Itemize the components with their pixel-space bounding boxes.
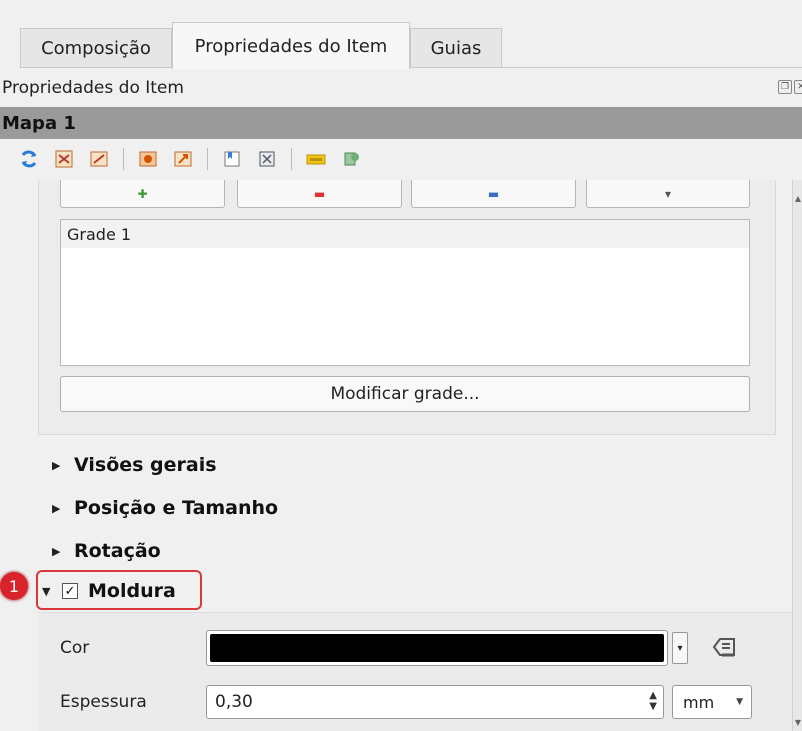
section-label: Rotação	[74, 540, 161, 562]
add-icon: ✚	[137, 186, 148, 201]
panel-title: Propriedades do Item	[2, 78, 184, 98]
vertical-scrollbar[interactable]: ▲ ▼	[792, 180, 802, 731]
close-panel-icon[interactable]: ✕	[794, 80, 802, 94]
color-swatch-fill	[210, 634, 664, 662]
tab-divider	[20, 67, 802, 68]
move-content-icon[interactable]	[53, 148, 75, 170]
frame-color-button[interactable]	[206, 630, 668, 666]
set-extent-icon[interactable]	[88, 148, 110, 170]
section-label: Visões gerais	[74, 454, 217, 476]
tab-label: Composição	[41, 38, 151, 59]
item-toolbar	[0, 141, 802, 177]
refresh-icon[interactable]	[18, 148, 40, 170]
tab-item-properties[interactable]: Propriedades do Item	[172, 22, 410, 69]
section-label: Posição e Tamanho	[74, 497, 279, 519]
modify-grid-button[interactable]: Modificar grade...	[60, 376, 750, 412]
panel-title-buttons: ❐ ✕	[778, 80, 802, 94]
chevron-down-icon: ▼	[736, 697, 743, 707]
annotation-badge: 1	[0, 572, 28, 600]
tab-composition[interactable]: Composição	[20, 28, 172, 68]
thickness-label: Espessura	[60, 692, 147, 712]
unit-value: mm	[683, 692, 715, 712]
item-header: Mapa 1	[0, 107, 802, 139]
down-arrow-icon: ▾	[664, 186, 672, 201]
section-label: Moldura	[88, 580, 176, 602]
bookmark-icon[interactable]	[221, 148, 243, 170]
chevron-down-icon: ▾	[677, 642, 683, 654]
tab-label: Propriedades do Item	[194, 35, 388, 57]
label-icon[interactable]	[305, 148, 327, 170]
tab-bar: Composição Propriedades do Item Guias	[0, 0, 802, 69]
expand-arrow-icon: ▶	[52, 501, 61, 515]
section-rotation[interactable]: ▶ Rotação	[52, 536, 161, 566]
scroll-up-icon[interactable]: ▲	[795, 194, 801, 203]
toolbar-separator	[123, 148, 124, 170]
set-scale-icon[interactable]	[172, 148, 194, 170]
thickness-value: 0,30	[215, 692, 253, 712]
frame-checkbox[interactable]: ✓	[62, 583, 78, 599]
add-grid-button[interactable]: ✚	[60, 180, 225, 208]
properties-scroll-area[interactable]: ✚ ▬ ▬ ▾ Grade 1 Modificar grade... ▶ Vis…	[0, 180, 802, 731]
scroll-down-icon[interactable]: ▼	[795, 718, 801, 727]
data-defined-override-icon[interactable]	[704, 632, 744, 662]
move-grid-down-button[interactable]: ▾	[586, 180, 750, 208]
up-arrow-icon: ▬	[487, 186, 500, 201]
toolbar-separator	[207, 148, 208, 170]
list-item[interactable]: Grade 1	[61, 220, 749, 248]
toolbar-separator	[291, 148, 292, 170]
color-dropdown-button[interactable]: ▾	[672, 632, 688, 664]
section-frame[interactable]: ▼ ✓ Moldura	[42, 576, 176, 606]
tab-guides[interactable]: Guias	[410, 28, 502, 68]
thickness-spinbox[interactable]: 0,30 ▲ ▼	[206, 685, 664, 719]
expand-arrow-icon: ▶	[52, 544, 61, 558]
spin-arrows-icon[interactable]: ▲ ▼	[649, 690, 657, 712]
grid-list[interactable]: Grade 1	[60, 219, 750, 366]
float-panel-icon[interactable]: ❐	[778, 80, 792, 94]
remove-grid-button[interactable]: ▬	[237, 180, 402, 208]
section-overviews[interactable]: ▶ Visões gerais	[52, 450, 217, 480]
collapse-arrow-icon: ▼	[42, 584, 51, 598]
move-grid-up-button[interactable]: ▬	[411, 180, 576, 208]
color-label: Cor	[60, 638, 90, 658]
zoom-to-item-icon[interactable]	[256, 148, 278, 170]
unit-select[interactable]: mm ▼	[672, 685, 752, 719]
section-position-size[interactable]: ▶ Posição e Tamanho	[52, 493, 278, 523]
remove-icon: ▬	[313, 186, 326, 201]
zoom-extent-icon[interactable]	[137, 148, 159, 170]
expand-arrow-icon: ▶	[52, 458, 61, 472]
tab-label: Guias	[430, 38, 482, 59]
atlas-icon[interactable]	[340, 148, 362, 170]
